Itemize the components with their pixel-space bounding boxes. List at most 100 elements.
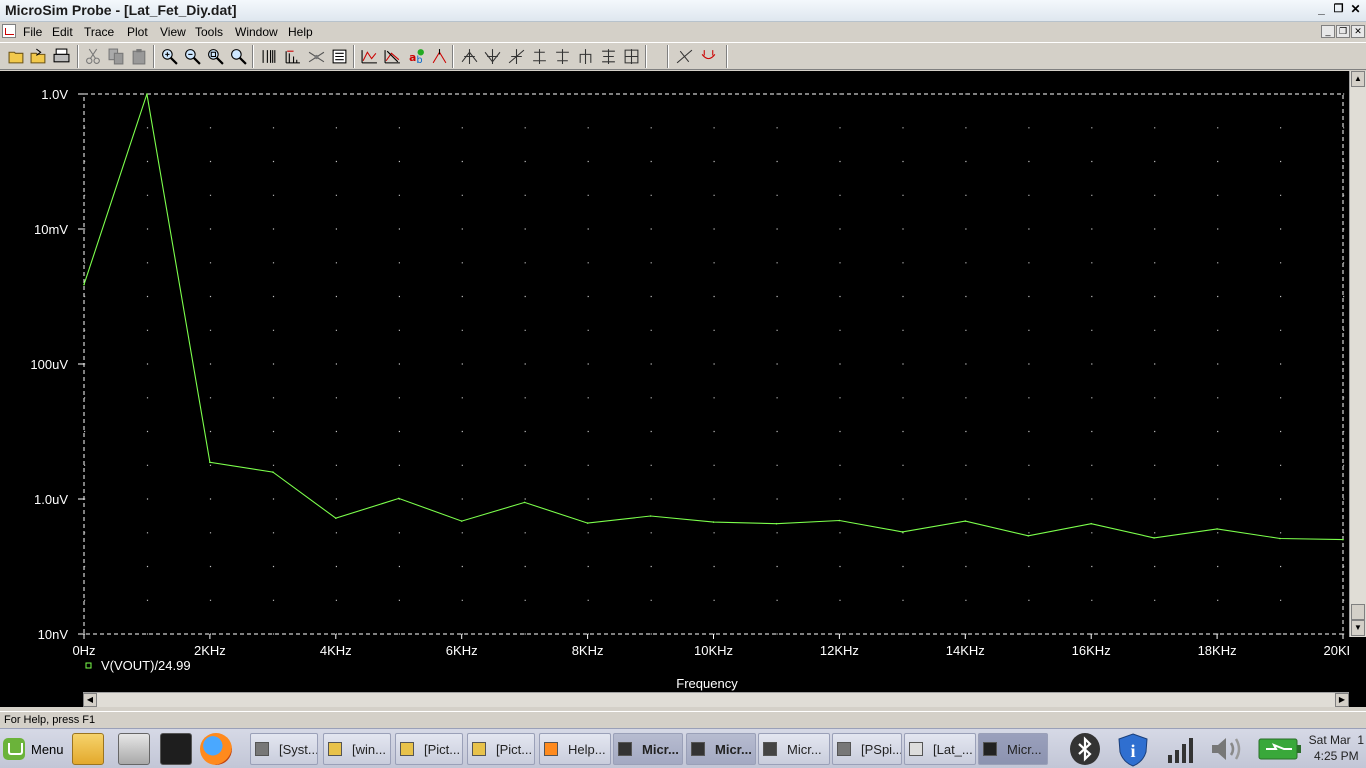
window-icon — [691, 742, 705, 756]
zoom-out-icon[interactable] — [182, 46, 203, 67]
menu-trace[interactable]: Trace — [84, 25, 114, 39]
probe-app-icon[interactable] — [2, 24, 16, 38]
cursor-search-icon[interactable] — [598, 46, 619, 67]
y-tick-label: 10mV — [34, 222, 68, 237]
y-tick-label: 1.0V — [41, 87, 68, 102]
toolbar-separator — [645, 45, 647, 68]
data-point — [838, 519, 841, 522]
menu-edit[interactable]: Edit — [52, 25, 73, 39]
scroll-right-arrow-icon[interactable]: ▶ — [1335, 693, 1349, 707]
frequency-plot[interactable]: 1.0V 10mV 100uV 1.0uV 10nV0Hz 2KHz 4KHz 6KHz 8KH… — [0, 71, 1349, 691]
terminal-launcher-icon[interactable] — [160, 733, 192, 765]
performance-icon[interactable] — [306, 46, 327, 67]
cursor-trough-icon[interactable] — [482, 46, 503, 67]
horizontal-scrollbar[interactable]: ◀ ▶ — [83, 692, 1349, 707]
plot-window[interactable]: 1.0V 10mV 100uV 1.0uV 10nV 0Hz 2KHz 4KHz 6KHz 8KH… — [0, 71, 1366, 707]
log-x-icon[interactable] — [259, 46, 280, 67]
taskbar-window-button[interactable]: [Lat_... — [904, 733, 976, 765]
add-trace-icon[interactable] — [359, 46, 380, 67]
taskbar-window-button[interactable]: [Pict... — [395, 733, 463, 765]
data-point — [272, 471, 274, 473]
remove-trace-icon[interactable] — [382, 46, 403, 67]
battery-charging-icon[interactable] — [1258, 737, 1302, 761]
toolbar-separator — [153, 45, 155, 68]
cursor-max-icon[interactable] — [552, 46, 573, 67]
open-file-icon[interactable] — [28, 46, 49, 67]
cursor-point-icon[interactable] — [575, 46, 596, 67]
scroll-up-arrow-icon[interactable]: ▲ — [1351, 71, 1365, 87]
taskbar-window-button[interactable]: Micr... — [758, 733, 830, 765]
vertical-scroll-thumb[interactable] — [1351, 604, 1365, 620]
cursor-peak-icon[interactable] — [459, 46, 480, 67]
taskbar-window-label: [win... — [352, 741, 386, 757]
data-point — [586, 522, 589, 524]
mark-data-icon[interactable]: ab — [406, 46, 427, 67]
taskbar-window-label: Help... — [568, 741, 606, 757]
child-minimize-button[interactable]: _ — [1321, 25, 1335, 38]
mark-label-icon[interactable] — [429, 46, 450, 67]
x-axis-label: Frequency — [676, 676, 738, 691]
scroll-left-arrow-icon[interactable]: ◀ — [83, 693, 97, 707]
eval-icon[interactable] — [329, 46, 350, 67]
x-tick-label: 2KHz — [194, 643, 226, 658]
x-tick-label: 6KHz — [446, 643, 478, 658]
data-point — [335, 517, 337, 519]
taskbar-window-label: Micr... — [715, 741, 752, 757]
cursor-min-icon[interactable] — [529, 46, 550, 67]
vertical-scrollbar[interactable]: ▲ ▼ — [1349, 71, 1366, 637]
taskbar-window-button[interactable]: [win... — [323, 733, 391, 765]
volume-icon[interactable] — [1208, 734, 1248, 764]
grid-dots — [84, 93, 1345, 635]
print-icon[interactable] — [51, 46, 72, 67]
taskbar-window-button[interactable]: Help... — [539, 733, 611, 765]
fourier-icon[interactable] — [282, 46, 303, 67]
paste-icon[interactable] — [129, 46, 150, 67]
zoom-in-icon[interactable] — [159, 46, 180, 67]
drive-launcher-icon[interactable] — [118, 733, 150, 765]
child-restore-button[interactable]: ❐ — [1336, 25, 1350, 38]
taskbar-window-button[interactable]: Micr... — [978, 733, 1048, 765]
update-shield-icon[interactable]: i — [1115, 732, 1151, 768]
scroll-down-arrow-icon[interactable]: ▼ — [1351, 620, 1365, 636]
taskbar-window-label: [Pict... — [496, 741, 533, 757]
clock-date: Sat Mar 1 — [1308, 733, 1364, 747]
close-button[interactable]: ✕ — [1348, 3, 1363, 17]
menu-window[interactable]: Window — [235, 25, 278, 39]
data-point — [398, 497, 400, 500]
taskbar-window-button[interactable]: [Pict... — [467, 733, 535, 765]
toggle-cursor-icon[interactable] — [698, 46, 719, 67]
files-launcher-icon[interactable] — [72, 733, 104, 765]
taskbar: Menu [Syst... [win... [Pict... [Pict... Help… — [0, 728, 1366, 768]
taskbar-window-button[interactable]: [Syst... — [250, 733, 318, 765]
bluetooth-icon[interactable] — [1068, 732, 1102, 766]
title-bar[interactable]: MicroSim Probe - [Lat_Fet_Diy.dat] _ ❐ ✕ — [0, 0, 1366, 22]
cursor-slope-icon[interactable] — [506, 46, 527, 67]
child-close-button[interactable]: ✕ — [1351, 25, 1365, 38]
network-signal-icon[interactable] — [1166, 735, 1198, 765]
restore-button[interactable]: ❐ — [1331, 3, 1346, 17]
copy-icon[interactable] — [106, 46, 127, 67]
y-tick-label: 100uV — [30, 357, 68, 372]
start-menu-button[interactable]: Menu — [3, 734, 64, 764]
taskbar-window-button[interactable]: Micr... — [613, 733, 683, 765]
legend-label[interactable]: V(VOUT)/24.99 — [101, 658, 191, 673]
window-icon — [255, 742, 269, 756]
cursor-next-icon[interactable] — [621, 46, 642, 67]
menu-tools[interactable]: Tools — [195, 25, 223, 39]
data-point — [712, 521, 715, 523]
firefox-launcher-icon[interactable] — [200, 733, 232, 765]
cut-icon[interactable] — [83, 46, 104, 67]
open-icon[interactable] — [6, 46, 27, 67]
data-point — [83, 283, 85, 286]
clock[interactable]: Sat Mar 1 4:25 PM — [1309, 732, 1364, 764]
zoom-fit-icon[interactable] — [228, 46, 249, 67]
taskbar-window-button[interactable]: Micr... — [686, 733, 756, 765]
menu-file[interactable]: File — [23, 25, 42, 39]
minimize-button[interactable]: _ — [1314, 3, 1329, 17]
menu-help[interactable]: Help — [288, 25, 313, 39]
menu-plot[interactable]: Plot — [127, 25, 148, 39]
zoom-area-icon[interactable] — [205, 46, 226, 67]
mark-label-2-icon[interactable] — [674, 46, 695, 67]
taskbar-window-button[interactable]: [PSpi... — [832, 733, 902, 765]
menu-view[interactable]: View — [160, 25, 186, 39]
